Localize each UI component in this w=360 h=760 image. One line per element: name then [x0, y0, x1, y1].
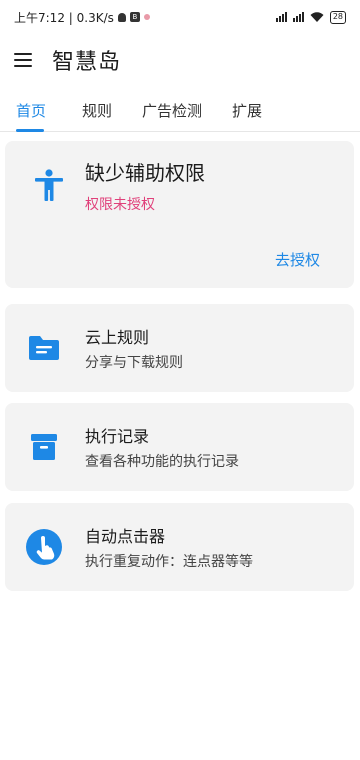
- tab-rules[interactable]: 规则: [82, 92, 112, 132]
- accessibility-icon: [35, 169, 63, 201]
- grant-permission-button[interactable]: 去授权: [275, 249, 320, 270]
- signal-icon: [275, 12, 287, 22]
- notification-bell-icon: [117, 12, 126, 22]
- status-bar: 上午7:12 | 0.3K/s B 28: [0, 0, 360, 34]
- tab-ad-detection[interactable]: 广告检测: [142, 92, 202, 132]
- card-subtitle: 查看各种功能的执行记录: [85, 454, 239, 470]
- tab-bar: 首页 规则 广告检测 扩展: [0, 92, 360, 132]
- card-subtitle: 分享与下载规则: [85, 355, 183, 371]
- wifi-icon: [310, 12, 324, 22]
- tab-home[interactable]: 首页: [16, 92, 46, 132]
- touch-icon: [26, 529, 62, 565]
- signal-icon-2: [292, 12, 304, 22]
- permission-status: 权限未授权: [85, 197, 155, 213]
- battery-icon: 28: [329, 10, 346, 24]
- card-subtitle: 执行重复动作：连点器等等: [85, 554, 253, 570]
- tab-indicator: [16, 129, 44, 132]
- permission-title: 缺少辅助权限: [85, 161, 205, 185]
- tab-extensions[interactable]: 扩展: [232, 92, 262, 132]
- app-notification-icon: B: [129, 12, 140, 22]
- app-title: 智慧岛: [52, 50, 122, 75]
- archive-icon: [31, 434, 57, 460]
- cloud-rules-card[interactable]: 云上规则 分享与下载规则: [5, 304, 354, 392]
- auto-clicker-card[interactable]: 自动点击器 执行重复动作：连点器等等: [5, 503, 354, 591]
- card-title: 云上规则: [85, 328, 150, 347]
- menu-icon[interactable]: [14, 53, 32, 67]
- permission-card: 缺少辅助权限 权限未授权 去授权: [5, 141, 354, 288]
- app-bar: 智慧岛: [0, 38, 360, 82]
- app-notification-dot-icon: [143, 14, 150, 20]
- folder-icon: [29, 336, 59, 360]
- status-time: 上午7:12 | 0.3K/s: [14, 10, 114, 25]
- execution-log-card[interactable]: 执行记录 查看各种功能的执行记录: [5, 403, 354, 491]
- card-title: 自动点击器: [85, 527, 166, 546]
- card-title: 执行记录: [85, 427, 150, 446]
